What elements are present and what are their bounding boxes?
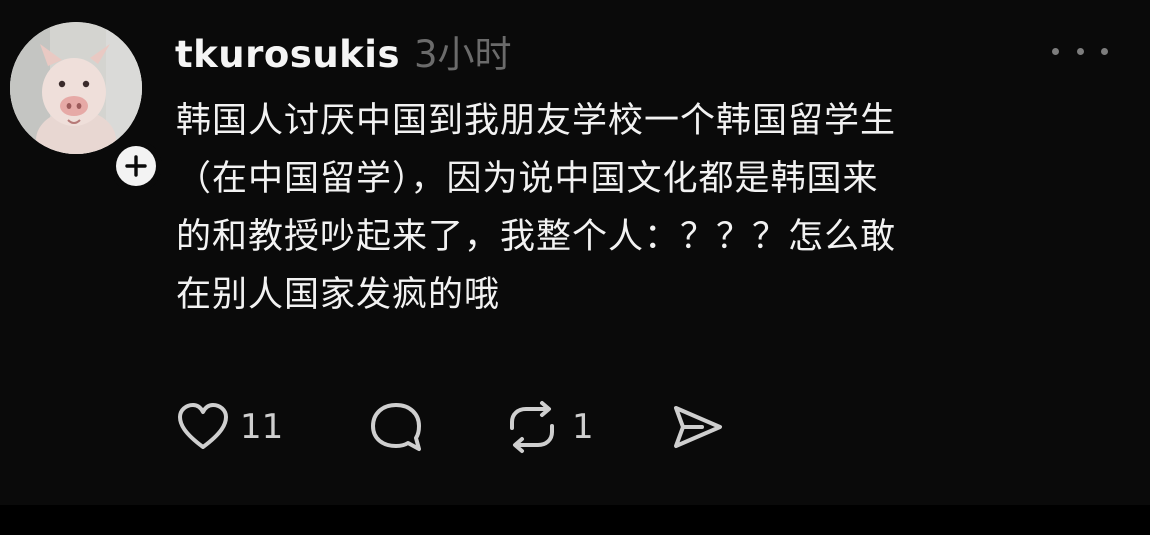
heart-icon bbox=[178, 403, 228, 449]
piglet-avatar-icon bbox=[10, 22, 142, 154]
follow-button-circle bbox=[116, 146, 156, 186]
plus-icon bbox=[125, 155, 147, 177]
comment-button[interactable] bbox=[368, 400, 424, 454]
send-icon bbox=[674, 406, 722, 448]
repost-count: 1 bbox=[572, 407, 594, 447]
avatar-container bbox=[10, 22, 162, 192]
post-content-line: 韩国人讨厌中国到我朋友学校一个韩国留学生 bbox=[176, 101, 897, 141]
comment-bubble-icon bbox=[371, 403, 421, 451]
share-button[interactable] bbox=[670, 400, 724, 454]
avatar[interactable] bbox=[10, 22, 142, 154]
post-card: tkurosukis 3小时 韩国人讨厌中国到我朋友学校一个韩国留学生 （在中国… bbox=[0, 0, 1150, 505]
more-horizontal-icon-dot bbox=[1101, 47, 1108, 55]
like-count: 11 bbox=[240, 407, 284, 447]
post-content-line: 在别人国家发疯的哦 bbox=[176, 275, 501, 315]
post-content: 韩国人讨厌中国到我朋友学校一个韩国留学生 （在中国留学），因为说中国文化都是韩国… bbox=[176, 92, 1126, 324]
timestamp: 3小时 bbox=[413, 33, 512, 76]
bottom-divider bbox=[0, 505, 1150, 535]
repost-button[interactable]: 1 bbox=[502, 400, 594, 454]
post-content-line: 的和教授吵起来了，我整个人：？？？怎么敢 bbox=[176, 217, 897, 257]
more-options-button[interactable] bbox=[1052, 40, 1108, 62]
post-header: tkurosukis 3小时 bbox=[175, 24, 512, 76]
more-horizontal-icon bbox=[1052, 47, 1059, 55]
follow-button[interactable] bbox=[110, 140, 162, 192]
more-horizontal-icon-dot bbox=[1076, 47, 1084, 55]
post-content-line: （在中国留学），因为说中国文化都是韩国来 bbox=[176, 159, 879, 199]
username[interactable]: tkurosukis bbox=[175, 33, 400, 76]
like-button[interactable]: 11 bbox=[176, 400, 283, 454]
repost-icon bbox=[510, 401, 554, 453]
